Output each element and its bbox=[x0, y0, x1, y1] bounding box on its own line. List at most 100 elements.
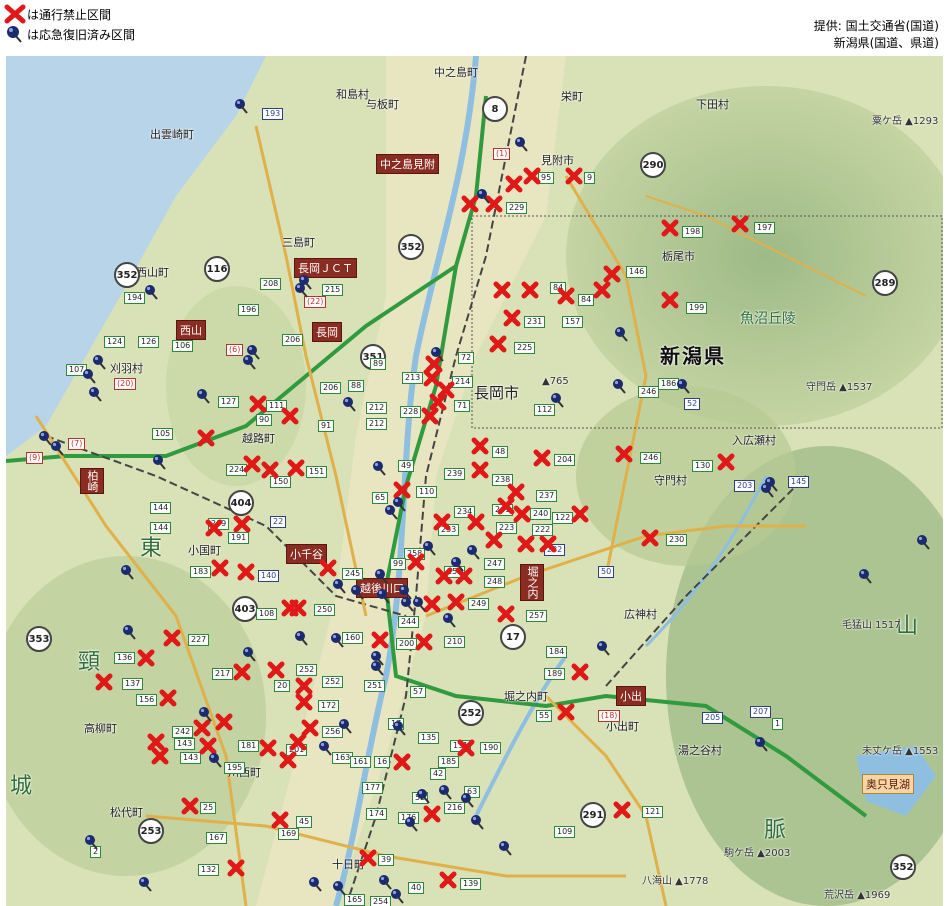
closed-marker-65[interactable] bbox=[556, 702, 576, 722]
segment-tag-r40[interactable]: 40 bbox=[408, 882, 425, 894]
closed-marker-2[interactable] bbox=[564, 166, 584, 186]
closed-marker-45[interactable] bbox=[236, 562, 256, 582]
segment-tag-r57[interactable]: 57 bbox=[410, 686, 427, 698]
restored-marker-48[interactable] bbox=[414, 786, 434, 806]
restored-marker-40[interactable] bbox=[240, 644, 260, 664]
closed-marker-75[interactable] bbox=[288, 732, 308, 752]
closed-marker-84[interactable] bbox=[438, 870, 458, 890]
closed-marker-66[interactable] bbox=[294, 692, 314, 712]
road-damage-map[interactable]: 出雲崎町 和島村 与板町 中之島町 栄町 下田村 見附市 三島町 栃尾市 西山町… bbox=[6, 56, 943, 906]
restored-marker-32[interactable] bbox=[374, 586, 394, 606]
segment-tag-r246b[interactable]: 246 bbox=[640, 452, 662, 464]
segment-tag-r239[interactable]: 239 bbox=[444, 468, 466, 480]
restored-marker-39[interactable] bbox=[292, 628, 312, 648]
closed-marker-58[interactable] bbox=[158, 688, 178, 708]
segment-tag-r72[interactable]: 72 bbox=[458, 352, 475, 364]
restored-marker-28[interactable] bbox=[118, 562, 138, 582]
restored-marker-51[interactable] bbox=[402, 814, 422, 834]
restored-marker-13[interactable] bbox=[674, 376, 694, 396]
segment-tag-r181[interactable]: 181 bbox=[238, 740, 260, 752]
closed-marker-73[interactable] bbox=[278, 750, 298, 770]
closed-marker-9[interactable] bbox=[520, 280, 540, 300]
segment-tag-r248[interactable]: 248 bbox=[484, 576, 506, 588]
segment-tag-r206a[interactable]: 206 bbox=[282, 334, 304, 346]
segment-tag-r130[interactable]: 130 bbox=[692, 460, 714, 472]
closed-marker-53[interactable] bbox=[288, 598, 308, 618]
restored-marker-57[interactable] bbox=[376, 872, 396, 892]
segment-tag-r22[interactable]: 22 bbox=[270, 516, 287, 528]
segment-tag-r183[interactable]: 183 bbox=[190, 566, 212, 578]
segment-tag-r257[interactable]: 257 bbox=[526, 610, 548, 622]
closed-marker-37[interactable] bbox=[570, 504, 590, 524]
closed-marker-12[interactable] bbox=[660, 290, 680, 310]
segment-tag-r88[interactable]: 88 bbox=[348, 380, 365, 392]
closed-marker-80[interactable] bbox=[422, 804, 442, 824]
closed-marker-11[interactable] bbox=[592, 280, 612, 300]
restored-marker-26[interactable] bbox=[448, 554, 468, 574]
closed-marker-78[interactable] bbox=[180, 796, 200, 816]
restored-marker-62[interactable] bbox=[856, 566, 876, 586]
restored-marker-10[interactable] bbox=[240, 352, 260, 372]
segment-tag-r230[interactable]: 230 bbox=[666, 534, 688, 546]
restored-marker-55[interactable] bbox=[306, 874, 326, 894]
segment-tag-r215[interactable]: 215 bbox=[322, 284, 344, 296]
restored-marker-29[interactable] bbox=[120, 622, 140, 642]
segment-tag-r1[interactable]: (1) bbox=[493, 148, 511, 160]
segment-tag-r49[interactable]: 49 bbox=[398, 460, 415, 472]
segment-tag-r242[interactable]: 242 bbox=[172, 726, 194, 738]
segment-tag-r193[interactable]: 193 bbox=[262, 108, 284, 120]
segment-tag-r109[interactable]: 109 bbox=[554, 826, 576, 838]
segment-tag-r105[interactable]: 105 bbox=[152, 428, 174, 440]
segment-tag-r212a[interactable]: 212 bbox=[366, 402, 388, 414]
closed-marker-51[interactable] bbox=[446, 592, 466, 612]
closed-marker-54[interactable] bbox=[496, 604, 516, 624]
restored-marker-14[interactable] bbox=[428, 344, 448, 364]
segment-tag-r177[interactable]: 177 bbox=[362, 782, 384, 794]
segment-tag-r25[interactable]: 25 bbox=[200, 802, 217, 814]
closed-marker-62[interactable] bbox=[370, 630, 390, 650]
closed-marker-34[interactable] bbox=[512, 504, 532, 524]
segment-tag-r9p[interactable]: (9) bbox=[26, 452, 44, 464]
segment-tag-r174[interactable]: 174 bbox=[366, 808, 388, 820]
segment-tag-r204[interactable]: 204 bbox=[554, 454, 576, 466]
ic-nishiyama[interactable]: 西山 bbox=[176, 320, 206, 340]
closed-marker-40[interactable] bbox=[484, 530, 504, 550]
restored-marker-2[interactable] bbox=[474, 186, 494, 206]
segment-tag-r197[interactable]: 197 bbox=[754, 222, 776, 234]
closed-marker-6[interactable] bbox=[730, 214, 750, 234]
closed-marker-38[interactable] bbox=[432, 512, 452, 532]
segment-tag-r212b[interactable]: 212 bbox=[366, 418, 388, 430]
closed-marker-29[interactable] bbox=[420, 406, 440, 426]
closed-marker-36[interactable] bbox=[204, 518, 224, 538]
restored-marker-1[interactable] bbox=[512, 134, 532, 154]
ic-horinouchi[interactable]: 堀之内 bbox=[520, 564, 544, 601]
closed-marker-23[interactable] bbox=[248, 394, 268, 414]
segment-tag-r228[interactable]: 228 bbox=[400, 406, 422, 418]
segment-tag-r121[interactable]: 121 bbox=[642, 806, 664, 818]
restored-marker-46[interactable] bbox=[336, 716, 356, 736]
closed-marker-8[interactable] bbox=[492, 280, 512, 300]
closed-marker-31[interactable] bbox=[470, 460, 490, 480]
closed-marker-57[interactable] bbox=[94, 672, 114, 692]
closed-marker-0[interactable] bbox=[504, 174, 524, 194]
segment-tag-r231[interactable]: 231 bbox=[524, 316, 546, 328]
segment-tag-r252s[interactable]: 252 bbox=[322, 676, 344, 688]
restored-marker-58[interactable] bbox=[752, 734, 772, 754]
closed-marker-14[interactable] bbox=[488, 334, 508, 354]
restored-marker-16[interactable] bbox=[194, 386, 214, 406]
restored-marker-52[interactable] bbox=[468, 812, 488, 832]
segment-tag-r205[interactable]: 205 bbox=[702, 712, 724, 724]
segment-tag-r126[interactable]: 126 bbox=[138, 336, 160, 348]
segment-tag-r139[interactable]: 139 bbox=[460, 878, 482, 890]
closed-marker-27[interactable] bbox=[260, 460, 280, 480]
closed-marker-28[interactable] bbox=[286, 458, 306, 478]
closed-marker-44[interactable] bbox=[210, 558, 230, 578]
restored-marker-23[interactable] bbox=[390, 494, 410, 514]
segment-tag-r199[interactable]: 199 bbox=[686, 302, 708, 314]
segment-tag-r7p[interactable]: (7) bbox=[68, 438, 86, 450]
segment-tag-r135[interactable]: 135 bbox=[418, 732, 440, 744]
restored-marker-9[interactable] bbox=[86, 384, 106, 404]
segment-tag-r55[interactable]: 55 bbox=[536, 710, 553, 722]
closed-marker-10[interactable] bbox=[556, 286, 576, 306]
restored-marker-41[interactable] bbox=[328, 630, 348, 650]
